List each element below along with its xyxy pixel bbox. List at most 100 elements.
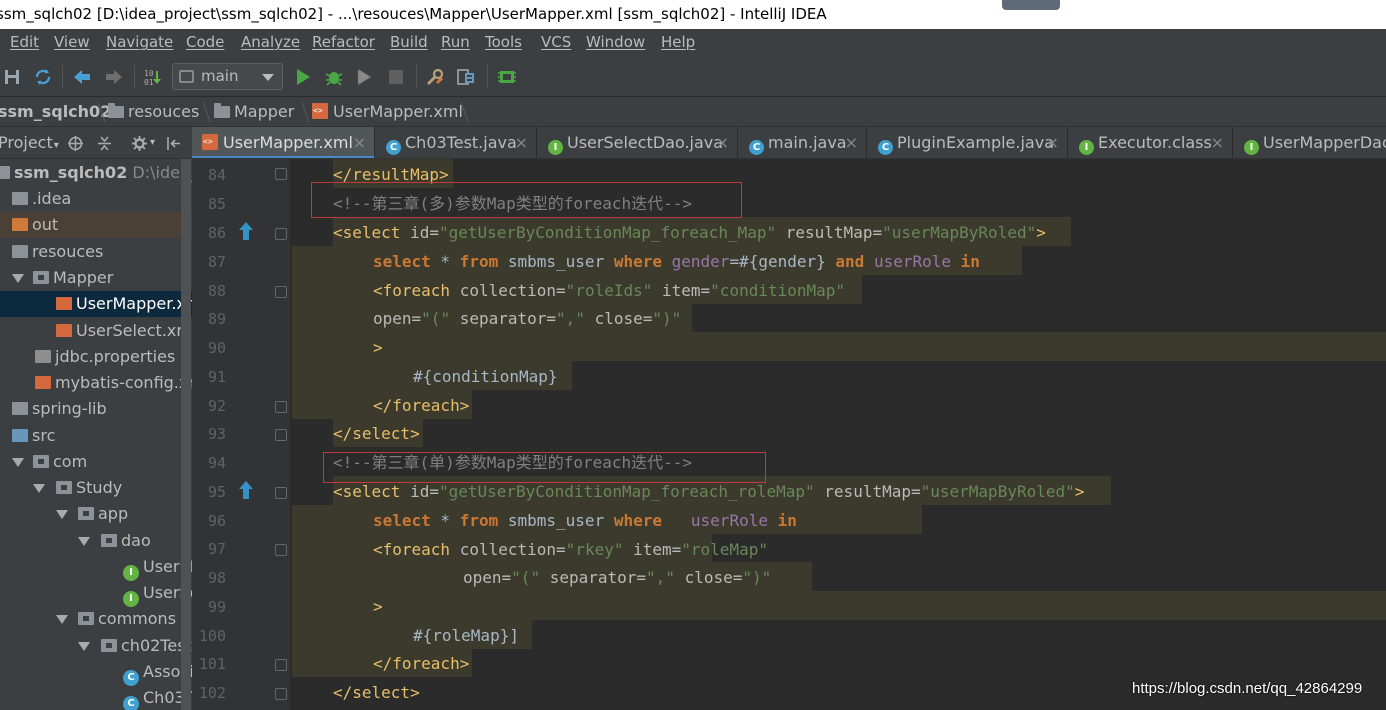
tree-item-usermapper-xml[interactable]: UserMapper.xml <box>0 291 192 317</box>
fold-marker-icon[interactable] <box>275 544 287 556</box>
menu-analyze[interactable]: Analyze <box>241 29 300 56</box>
menu-refactor[interactable]: Refactor <box>312 29 375 56</box>
sync-icon[interactable] <box>33 67 53 87</box>
close-icon[interactable]: × <box>1211 127 1224 158</box>
expand-arrow-icon[interactable] <box>56 615 68 624</box>
expand-arrow-icon[interactable] <box>78 537 90 546</box>
tab-main-java[interactable]: Cmain.java × <box>739 127 867 158</box>
tree-item-spring-lib[interactable]: spring-lib <box>0 396 192 422</box>
tree-item-src[interactable]: src <box>0 423 192 449</box>
tree-item-mapper[interactable]: Mapper <box>0 265 192 291</box>
tab-label: UserMapper.xml <box>223 133 353 152</box>
fold-marker-icon[interactable] <box>275 688 287 700</box>
fold-marker-icon[interactable] <box>275 401 287 413</box>
expand-arrow-icon[interactable] <box>12 458 24 467</box>
forward-icon[interactable] <box>104 67 124 87</box>
tree-item-study[interactable]: Study <box>0 475 192 501</box>
save-icon[interactable] <box>2 67 22 87</box>
close-icon[interactable]: × <box>515 127 528 158</box>
fold-marker-icon[interactable] <box>275 429 287 441</box>
menu-tools[interactable]: Tools <box>485 29 522 56</box>
code-line-98: open="(" separator="," close=")" <box>463 568 772 587</box>
tab-ch03test-java[interactable]: C Ch03Test.java × <box>376 127 537 158</box>
coverage-icon[interactable] <box>355 67 375 87</box>
expand-arrow-icon[interactable] <box>33 484 45 493</box>
tree-item-userselect-xml[interactable]: UserSelect.xml <box>0 318 192 344</box>
fold-marker-icon[interactable] <box>275 168 287 180</box>
tree-item-idea[interactable]: .idea <box>0 186 192 212</box>
tree-item-label: Mapper <box>53 268 114 287</box>
close-icon[interactable]: × <box>716 127 729 158</box>
menu-edit[interactable]: Edit <box>10 29 39 56</box>
tree-item-jdbc-properties[interactable]: jdbc.properties <box>0 344 192 370</box>
run-configuration-select[interactable]: main <box>172 63 283 90</box>
tab-userselectdao-java[interactable]: I UserSelectDao.java × <box>538 127 738 158</box>
tree-item-commons[interactable]: commons <box>0 606 192 632</box>
package-icon <box>56 481 72 494</box>
debug-icon[interactable] <box>324 67 344 87</box>
breadcrumb-file[interactable]: UserMapper.xml <box>312 97 463 127</box>
chevron-down-icon[interactable]: ▾ <box>150 127 155 159</box>
tree-item-com[interactable]: com <box>0 449 192 475</box>
scroll-from-source-icon[interactable] <box>67 135 84 152</box>
close-icon[interactable]: × <box>1046 127 1059 158</box>
tab-executor-class[interactable]: I Executor.class × <box>1069 127 1233 158</box>
expand-arrow-icon[interactable] <box>56 510 68 519</box>
fold-marker-icon[interactable] <box>275 659 287 671</box>
run-icon[interactable] <box>293 67 313 87</box>
tree-item-usermapper-interface[interactable]: IUserMapper <box>0 554 192 581</box>
folder-icon <box>12 192 28 205</box>
menu-window[interactable]: Window <box>586 29 645 56</box>
project-panel-scrollbar[interactable] <box>181 159 191 710</box>
project-structure-icon[interactable] <box>456 67 476 87</box>
breadcrumb-resouces[interactable]: resouces <box>108 97 199 127</box>
menu-vcs[interactable]: VCS <box>541 29 571 56</box>
implemented-method-up-arrow-icon[interactable] <box>238 480 254 500</box>
tree-item-ch02test[interactable]: ch02Test <box>0 633 192 659</box>
tree-item-out[interactable]: out <box>0 212 192 238</box>
sdk-icon[interactable] <box>497 67 517 87</box>
menu-view[interactable]: View <box>54 29 90 56</box>
expand-arrow-icon[interactable] <box>78 642 90 651</box>
tab-usermapperdao[interactable]: I UserMapperDao <box>1234 127 1386 158</box>
line-number: 85 <box>207 195 226 213</box>
menu-navigate[interactable]: Navigate <box>106 29 173 56</box>
back-icon[interactable] <box>72 67 92 87</box>
tree-item-project-root[interactable]: ssm_sqlch02 D:\idea_pro <box>0 160 192 186</box>
tree-item-app[interactable]: app <box>0 501 192 527</box>
fold-marker-icon[interactable] <box>275 487 287 499</box>
tree-item-ch03test[interactable]: CCh03Test <box>0 685 192 710</box>
toolbar-separator <box>134 65 135 89</box>
menu-build[interactable]: Build <box>390 29 428 56</box>
menu-bar: Edit View Navigate Code Analyze Refactor… <box>0 29 1386 56</box>
collapse-all-icon[interactable] <box>96 135 113 152</box>
tab-pluginexample-java[interactable]: C PluginExample.java × <box>868 127 1068 158</box>
fold-marker-icon[interactable] <box>275 228 287 240</box>
tree-item-dao[interactable]: dao <box>0 528 192 554</box>
breadcrumb-mapper[interactable]: Mapper <box>214 97 294 127</box>
stop-icon[interactable] <box>386 67 406 87</box>
menu-code[interactable]: Code <box>186 29 224 56</box>
interface-icon: I <box>1079 140 1094 155</box>
folder-icon <box>12 218 28 231</box>
mybatis-expression: #{roleMap}] <box>413 626 519 645</box>
fold-marker-icon[interactable] <box>275 286 287 298</box>
close-icon[interactable]: × <box>353 127 366 158</box>
tree-item-mybatis-config[interactable]: mybatis-config.xml <box>0 370 192 396</box>
project-view-select[interactable]: Project▾ <box>0 127 59 162</box>
menu-run[interactable]: Run <box>441 29 470 56</box>
hide-panel-icon[interactable] <box>166 135 182 152</box>
settings-icon[interactable] <box>425 67 445 87</box>
tree-item-userselectdao-interface[interactable]: IUserSelectDao <box>0 580 192 607</box>
menu-help[interactable]: Help <box>661 29 695 56</box>
tab-usermapper-xml[interactable]: UserMapper.xml × <box>192 127 375 158</box>
editor-gutter: 84 85 86 87 88 89 90 91 92 93 94 95 96 9… <box>192 159 290 710</box>
implemented-method-up-arrow-icon[interactable] <box>238 221 254 241</box>
code-editor[interactable]: 84 85 86 87 88 89 90 91 92 93 94 95 96 9… <box>192 159 1386 710</box>
close-icon[interactable]: × <box>845 127 858 158</box>
gear-icon[interactable] <box>131 135 148 152</box>
build-icon[interactable]: 1001 <box>143 67 163 87</box>
tree-item-resouces[interactable]: resouces <box>0 239 192 265</box>
expand-arrow-icon[interactable] <box>12 274 24 283</box>
tree-item-association[interactable]: CAssociation <box>0 659 192 686</box>
